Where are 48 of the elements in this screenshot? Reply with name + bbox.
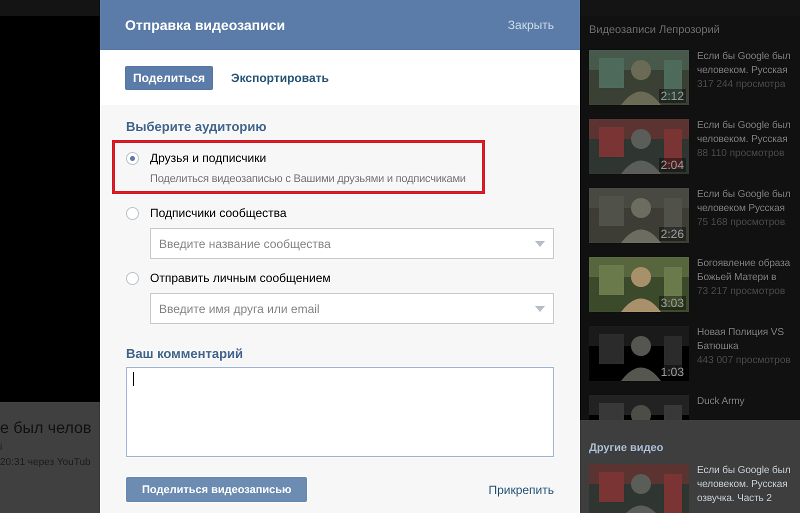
dropdown-arrow-icon <box>535 306 545 312</box>
tab[interactable]: Экспортировать <box>223 66 337 90</box>
duration-label: 2:26 <box>658 227 686 241</box>
comment-field[interactable] <box>126 367 554 457</box>
option-description: Поделиться видеозаписью с Вашими друзьями и подписчиками <box>150 173 467 185</box>
video-link[interactable]: Божьей Матери в <box>697 271 790 285</box>
list-heading: Видеозаписи Лепрозорий <box>589 24 721 36</box>
video-player[interactable] <box>0 16 100 402</box>
video-link[interactable]: человеком. Русская <box>697 133 790 147</box>
video-link[interactable]: озвучка. Часть 2 <box>697 492 790 506</box>
view-count: 317 244 просмотра <box>697 78 786 92</box>
duration-label: 1:03 <box>658 365 686 379</box>
close-link[interactable]: Закрыть <box>508 18 554 32</box>
duration-label: 2:12 <box>658 89 686 103</box>
video-link[interactable]: человеком. Русская <box>697 478 790 492</box>
text-caret <box>133 372 134 386</box>
attach-link[interactable]: Прикрепить <box>488 482 554 496</box>
radio-button[interactable] <box>126 152 139 164</box>
section-heading: Выберите аудиторию <box>126 119 268 134</box>
video-link[interactable]: Если бы Google был <box>697 188 790 202</box>
option-label[interactable]: Отправить личным сообщением <box>150 271 331 285</box>
dialog-title: Отправка видеозаписи <box>125 17 286 33</box>
option-label[interactable]: Подписчики сообщества <box>150 206 287 220</box>
dropdown-field[interactable]: Введите название сообщества <box>150 228 554 259</box>
view-count: 75 168 просмотров <box>697 216 786 230</box>
video-link[interactable]: человеком Русская <box>697 202 790 216</box>
video-link[interactable]: Duck Army <box>697 395 744 409</box>
video-link[interactable]: Если бы Google был <box>697 464 790 478</box>
option-label[interactable]: Друзья и подписчики <box>150 151 266 165</box>
view-count: 443 007 просмотров <box>697 354 791 368</box>
video-link[interactable]: Если бы Google был <box>697 50 790 64</box>
radio-button[interactable] <box>126 206 139 220</box>
duration-label: 2:04 <box>658 158 686 172</box>
list-heading: Другие видео <box>589 442 664 454</box>
share-button[interactable]: Поделиться видеозаписью <box>126 477 308 502</box>
tab[interactable]: Поделиться <box>125 66 214 90</box>
video-link[interactable]: Богоявление образа <box>697 257 790 271</box>
radio-button[interactable] <box>126 272 139 284</box>
view-count: 88 110 просмотров <box>697 147 786 161</box>
view-count: 73 217 просмотров <box>697 285 786 299</box>
video-link[interactable]: Батюшка <box>697 340 791 354</box>
dropdown-arrow-icon <box>535 240 545 246</box>
video-link[interactable]: Новая Полиция VS <box>697 326 791 340</box>
video-link[interactable]: Если бы Google был <box>697 119 790 133</box>
duration-label: 3:03 <box>658 296 686 310</box>
video-link[interactable]: человеком. Русская <box>697 64 790 78</box>
section-heading: Ваш комментарий <box>126 346 244 361</box>
dropdown-field[interactable]: Введите имя друга или email <box>150 293 554 324</box>
